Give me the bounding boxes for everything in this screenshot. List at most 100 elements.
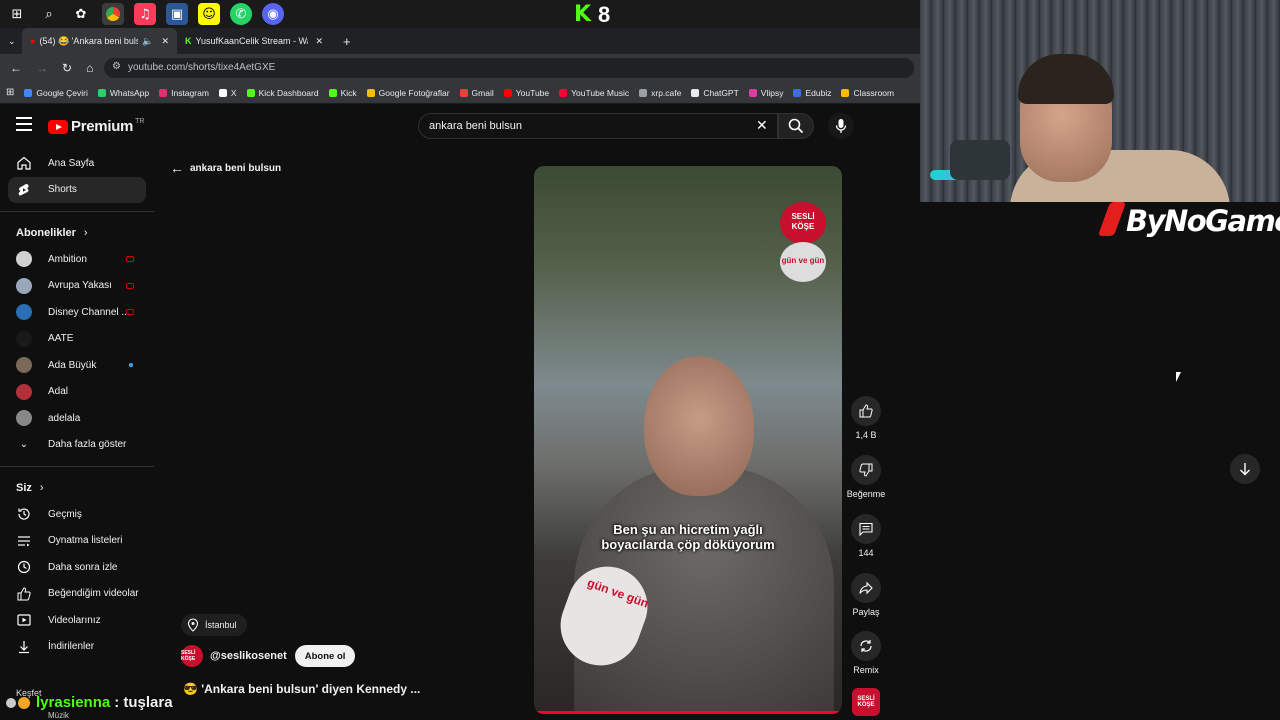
bookmark-item[interactable]: Google Fotoğraflar xyxy=(366,88,450,98)
bookmark-label: ChatGPT xyxy=(703,87,739,98)
remix-button[interactable]: Remix xyxy=(846,631,886,675)
bookmark-item[interactable]: X xyxy=(218,88,237,98)
bookmark-item[interactable]: YouTube Music xyxy=(559,88,629,98)
close-tab-icon[interactable]: ✕ xyxy=(316,36,324,47)
location-chip[interactable]: İstanbul xyxy=(181,614,247,636)
back-icon[interactable]: ← xyxy=(10,61,22,75)
reload-icon[interactable]: ↻ xyxy=(62,61,72,75)
bookmark-item[interactable]: WhatsApp xyxy=(97,88,149,98)
search-input[interactable]: ankara beni bulsun xyxy=(418,113,778,139)
new-tab-button[interactable]: + xyxy=(335,28,359,54)
video-progress-bar[interactable] xyxy=(534,711,842,714)
bynogame-text: ByNoGame xyxy=(1126,204,1280,238)
you-header[interactable]: Siz › xyxy=(0,475,154,501)
comment-icon xyxy=(851,514,881,544)
comments-button[interactable]: 144 xyxy=(846,514,886,558)
windows-start-icon[interactable]: ⊞ xyxy=(6,3,28,25)
chat-text: : tuşlara xyxy=(114,694,173,711)
subscription-item[interactable]: Ambition xyxy=(0,246,154,273)
show-more-button[interactable]: ⌄ Daha fazla göster xyxy=(0,432,154,459)
shorts-video-player[interactable]: gün ve gün SESLİ KÖŞE gün ve gün Ben şu … xyxy=(534,166,842,714)
subscription-item[interactable]: Ada Büyük xyxy=(0,352,154,379)
subscription-item[interactable]: adelala xyxy=(0,405,154,432)
address-bar[interactable]: youtube.com/shorts/tixe4AetGXE xyxy=(104,58,914,78)
subscribe-button[interactable]: Abone ol xyxy=(294,645,356,667)
close-tab-icon[interactable]: ✕ xyxy=(161,36,169,47)
clear-search-icon[interactable]: ✕ xyxy=(756,117,768,134)
sidebar-item-playlists[interactable]: Oynatma listeleri xyxy=(0,528,154,555)
bookmark-item[interactable]: Instagram xyxy=(159,88,209,98)
bookmark-item[interactable]: xrp.cafe xyxy=(639,88,681,98)
forward-icon[interactable]: → xyxy=(36,61,48,75)
voice-search-button[interactable] xyxy=(828,113,854,139)
speaker-icon: 🔈 xyxy=(142,35,154,46)
share-button[interactable]: Paylaş xyxy=(846,573,886,617)
video-title[interactable]: 😎 'Ankara beni bulsun' diyen Kennedy ... xyxy=(183,682,420,696)
bookmark-item[interactable]: Vlipsy xyxy=(748,88,783,98)
streamer-hair xyxy=(1018,54,1114,104)
search-button[interactable] xyxy=(778,113,814,139)
whatsapp-icon[interactable]: ✆ xyxy=(230,3,252,25)
bookmark-favicon-icon xyxy=(639,88,648,97)
youtube-logo[interactable]: Premium TR xyxy=(48,118,144,135)
shorts-icon xyxy=(16,182,32,198)
bookmark-favicon-icon xyxy=(328,88,337,97)
dislike-label: Beğenme xyxy=(846,489,886,499)
youtube-favicon-icon: ● xyxy=(30,36,36,46)
dislike-button[interactable]: Beğenme xyxy=(846,455,886,499)
snapchat-icon[interactable]: ☺ xyxy=(198,3,220,25)
like-button[interactable]: 1,4 B xyxy=(846,396,886,440)
arrow-down-icon xyxy=(1240,463,1250,476)
next-video-button[interactable] xyxy=(1230,454,1260,484)
subscription-name: adelala xyxy=(48,412,81,424)
sidebar-item-shorts[interactable]: Shorts xyxy=(8,176,146,203)
os-taskbar: ⊞ ⌕ ✿ ♫ ▣ ☺ ✆ ◉ xyxy=(0,0,920,28)
subscription-item[interactable]: Adal xyxy=(0,379,154,406)
bookmark-item[interactable]: YouTube xyxy=(503,88,549,98)
tab-kick[interactable]: K YusufKaanCelik Stream - Watch ✕ xyxy=(177,28,335,54)
channel-thumbnail[interactable]: SESLİ KÖŞE xyxy=(852,688,880,716)
browser-tab-bar: ⌄ ● (54) 😂 'Ankara beni bulsu 🔈 ✕ K Yusu… xyxy=(0,28,920,54)
bookmark-item[interactable]: Gmail xyxy=(459,88,494,98)
bookmark-item[interactable]: Kick xyxy=(328,88,357,98)
remix-label: Remix xyxy=(853,665,879,675)
music-icon[interactable]: ♫ xyxy=(134,3,156,25)
sidebar-item-history[interactable]: Geçmiş xyxy=(0,501,154,528)
search-icon[interactable]: ⌕ xyxy=(38,3,60,25)
apps-icon[interactable]: ⊞ xyxy=(6,87,14,98)
sidebar-item-home[interactable]: Ana Sayfa xyxy=(0,150,154,177)
bookmark-item[interactable]: ChatGPT xyxy=(691,87,739,98)
sidebar-item-videos[interactable]: Videolarınız xyxy=(0,607,154,634)
subscriptions-header[interactable]: Abonelikler › xyxy=(0,220,154,246)
home-icon xyxy=(16,155,32,171)
channel-name[interactable]: @seslikosenet xyxy=(210,650,287,662)
subscription-item[interactable]: Disney Channel ... xyxy=(0,299,154,326)
sidebar-item-download[interactable]: İndirilenler xyxy=(0,634,154,661)
chrome-icon[interactable] xyxy=(102,3,124,25)
bookmark-item[interactable]: Kick Dashboard xyxy=(246,88,319,98)
avatar xyxy=(16,277,32,294)
chatgpt-icon[interactable]: ✿ xyxy=(70,3,92,25)
gun-ve-gun-badge: gün ve gün xyxy=(780,242,826,282)
subscription-item[interactable]: Avrupa Yakası xyxy=(0,273,154,300)
sidebar-item-like[interactable]: Beğendiğim videolar xyxy=(0,581,154,608)
bookmark-item[interactable]: Google Çeviri xyxy=(24,88,88,98)
app-icon[interactable]: ▣ xyxy=(166,3,188,25)
bookmark-item[interactable]: Classroom xyxy=(841,88,894,98)
home-icon[interactable]: ⌂ xyxy=(86,61,93,75)
tab-youtube[interactable]: ● (54) 😂 'Ankara beni bulsu 🔈 ✕ xyxy=(22,28,177,54)
subscription-item[interactable]: AATE xyxy=(0,326,154,353)
menu-icon[interactable] xyxy=(16,117,32,131)
tab-label: YusufKaanCelik Stream - Watch xyxy=(195,36,308,46)
bookmarks-list: Google Çeviri WhatsApp Instagram X Kick Dash… xyxy=(24,88,904,98)
avatar xyxy=(16,410,32,427)
sidebar-item-music[interactable]: Müzik xyxy=(48,711,69,720)
bookmark-item[interactable]: Edubiz xyxy=(793,88,831,98)
sidebar-item-clock[interactable]: Daha sonra izle xyxy=(0,554,154,581)
back-to-search[interactable]: ← ankara beni bulsun xyxy=(170,160,281,176)
tab-list-icon[interactable]: ⌄ xyxy=(0,28,22,54)
search-icon xyxy=(788,118,804,134)
channel-avatar[interactable]: SESLİ KÖŞE xyxy=(181,645,203,667)
site-info-icon[interactable]: ⚙ xyxy=(112,61,121,72)
discord-icon[interactable]: ◉ xyxy=(262,3,284,25)
